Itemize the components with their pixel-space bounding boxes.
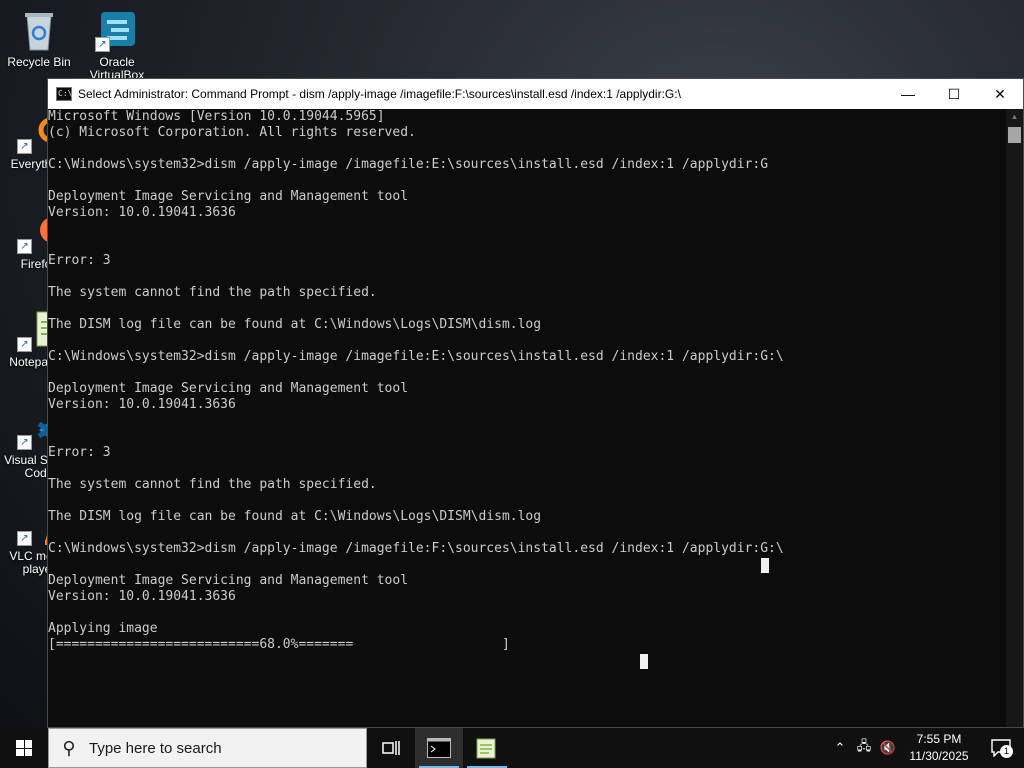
shortcut-arrow-icon: ↗ [17,139,32,154]
console-line: Deployment Image Servicing and Managemen… [48,381,409,396]
clock[interactable]: 7:55 PM 11/30/2025 [900,731,978,765]
shortcut-arrow-icon: ↗ [17,337,32,352]
recycle-bin-icon [17,8,61,52]
console-line: Version: 10.0.19041.3636 [48,397,236,412]
shortcut-arrow-icon: ↗ [17,435,32,450]
command-prompt-window[interactable]: C:\ Select Administrator: Command Prompt… [47,78,1024,728]
console-line: Version: 10.0.19041.3636 [48,589,236,604]
virtualbox-icon: ↗ [95,8,139,52]
console-line: Error: 3 [48,445,111,460]
scroll-up-icon[interactable]: ▲ [1006,109,1023,125]
task-view-icon [382,741,400,755]
chevron-up-icon[interactable]: ⌃ [828,740,852,756]
desktop-icon-recycle-bin[interactable]: Recycle Bin [1,8,77,69]
console-output[interactable]: Microsoft Windows [Version 10.0.19044.59… [48,109,1008,727]
text-cursor [640,654,648,669]
windows-logo-icon [16,740,32,756]
shortcut-arrow-icon: ↗ [17,531,32,546]
desktop-icon-label: Oracle VirtualBox [89,55,145,79]
window-titlebar[interactable]: C:\ Select Administrator: Command Prompt… [48,79,1023,109]
volume-muted-icon[interactable]: 🔇 [876,740,900,756]
shortcut-arrow-icon: ↗ [17,239,32,254]
scrollbar-thumb[interactable] [1008,127,1021,143]
search-icon: ⚲ [62,737,76,758]
console-line: The system cannot find the path specifie… [48,477,377,492]
shortcut-arrow-icon: ↗ [95,37,110,52]
console-line: C:\Windows\system32>dism /apply-image /i… [48,541,784,556]
cmd-icon: C:\ [56,87,72,101]
vertical-scrollbar[interactable]: ▲ [1006,109,1023,727]
desktop-icon-label: Recycle Bin [7,55,71,69]
text-cursor [761,558,769,573]
window-title: Select Administrator: Command Prompt - d… [78,87,681,101]
console-line: Error: 3 [48,253,111,268]
search-box[interactable]: ⚲ Type here to search [48,728,367,768]
cmd-icon [427,738,451,758]
notifications-button[interactable]: 1 [978,739,1024,758]
search-placeholder: Type here to search [89,739,222,757]
close-button[interactable]: ✕ [977,79,1023,109]
console-line: [==========================68.0%======= … [48,637,510,652]
clock-date: 11/30/2025 [909,749,969,763]
console-line: The DISM log file can be found at C:\Win… [48,509,542,524]
desktop-icon-virtualbox[interactable]: ↗ Oracle VirtualBox [79,8,155,78]
console-line: C:\Windows\system32>dism /apply-image /i… [48,349,784,364]
maximize-button[interactable]: ☐ [931,79,977,109]
console-line: C:\Windows\system32>dism /apply-image /i… [48,157,769,172]
notepadpp-icon [476,738,496,759]
minimize-button[interactable]: — [885,79,931,109]
console-line: Applying image [48,621,158,636]
taskbar: ⚲ Type here to search ⌃ 🖧 🔇 7:55 PM 11/3… [0,728,1024,768]
system-tray: ⌃ 🖧 🔇 7:55 PM 11/30/2025 1 [828,728,1024,768]
console-line: Microsoft Windows [Version 10.0.19044.59… [48,109,385,124]
notification-count: 1 [1000,745,1013,758]
taskbar-app-notepadpp[interactable] [463,728,511,768]
task-view-button[interactable] [367,728,415,768]
console-line: The system cannot find the path specifie… [48,285,377,300]
console-line: Deployment Image Servicing and Managemen… [48,573,409,588]
taskbar-app-cmd[interactable] [415,728,463,768]
console-line: Version: 10.0.19041.3636 [48,205,236,220]
console-line: (c) Microsoft Corporation. All rights re… [48,125,416,140]
console-line: The DISM log file can be found at C:\Win… [48,317,542,332]
console-line: Deployment Image Servicing and Managemen… [48,189,409,204]
clock-time: 7:55 PM [916,732,962,746]
network-icon[interactable]: 🖧 [852,737,876,759]
start-button[interactable] [0,728,48,768]
